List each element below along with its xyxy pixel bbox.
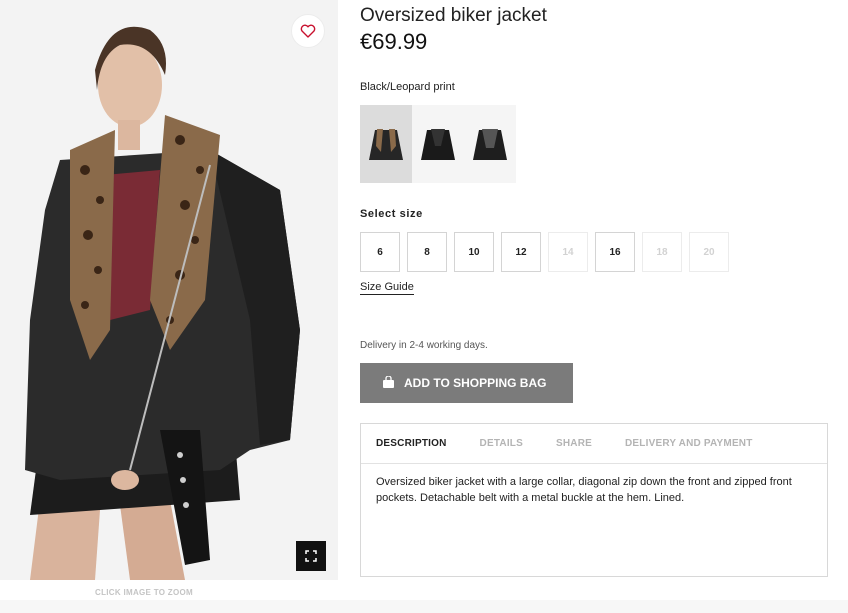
jacket-thumbnail [473,129,507,160]
size-option[interactable]: 8 [407,232,447,272]
shopping-bag-icon [382,374,395,391]
color-name: Black/Leopard print [360,81,455,93]
add-to-bag-button[interactable]: ADD TO SHOPPING BAG [360,363,573,403]
bottom-divider [0,600,848,613]
jacket-photo[interactable] [0,0,338,580]
tab-description[interactable]: DESCRIPTION [376,438,447,449]
select-size-label: Select size [360,208,423,220]
size-guide-link[interactable]: Size Guide [360,281,414,295]
size-option[interactable]: 6 [360,232,400,272]
size-option-unavailable: 14 [548,232,588,272]
zoom-hint: CLICK IMAGE TO ZOOM [95,588,193,597]
tab-details[interactable]: DETAILS [480,438,523,449]
size-option[interactable]: 12 [501,232,541,272]
size-option-unavailable: 20 [689,232,729,272]
product-image[interactable] [0,0,338,580]
size-selector: 6 8 10 12 14 16 18 20 [360,232,729,272]
jacket-thumbnail [369,129,403,160]
swatch-black-leopard[interactable] [360,105,412,183]
favorite-button[interactable] [291,14,325,48]
product-title: Oversized biker jacket [360,5,547,26]
tab-delivery-payment[interactable]: DELIVERY AND PAYMENT [625,438,753,449]
jacket-thumbnail [421,129,455,160]
delivery-info: Delivery in 2-4 working days. [360,340,488,351]
swatch-black[interactable] [412,105,464,183]
size-option-unavailable: 18 [642,232,682,272]
product-price: €69.99 [360,29,428,54]
product-info-tabs: DESCRIPTION DETAILS SHARE DELIVERY AND P… [360,423,828,577]
zoom-button[interactable] [296,541,326,571]
description-text: Oversized biker jacket with a large coll… [376,476,792,504]
color-swatches [360,105,516,183]
size-option[interactable]: 16 [595,232,635,272]
swatch-black-2[interactable] [464,105,516,183]
expand-icon [305,550,317,562]
tab-bar: DESCRIPTION DETAILS SHARE DELIVERY AND P… [361,424,827,464]
tab-share[interactable]: SHARE [556,438,592,449]
add-to-bag-label: ADD TO SHOPPING BAG [404,376,547,390]
heart-icon [300,24,316,38]
size-option[interactable]: 10 [454,232,494,272]
